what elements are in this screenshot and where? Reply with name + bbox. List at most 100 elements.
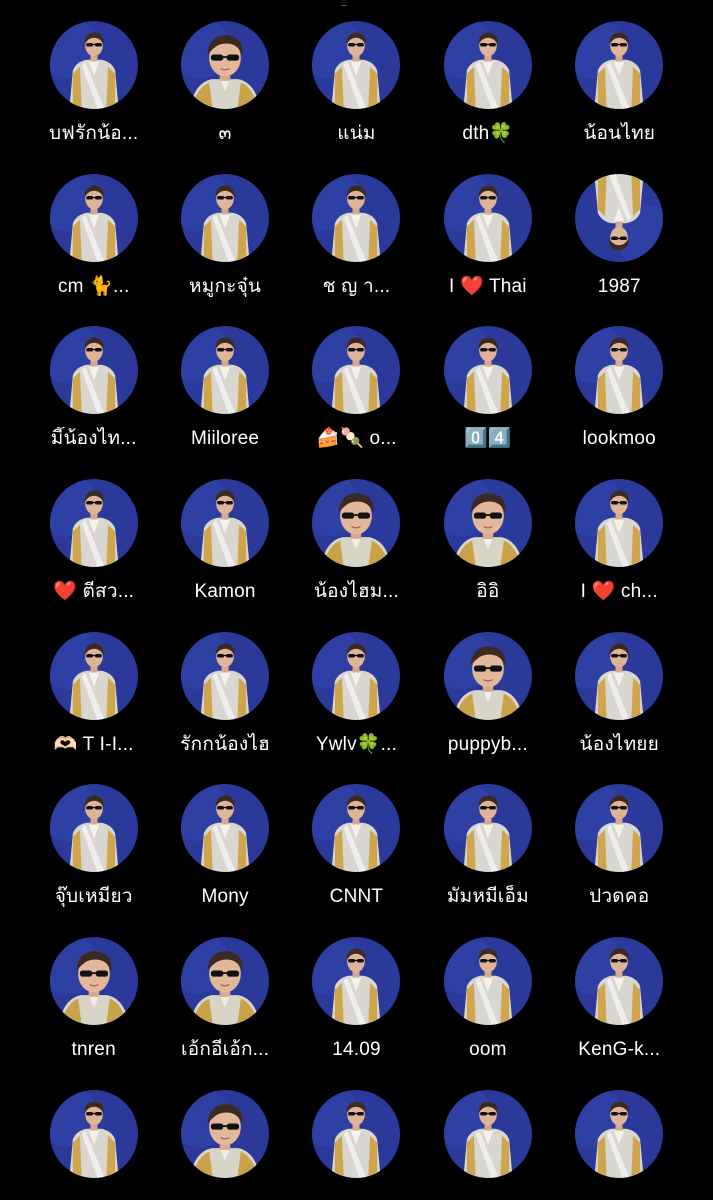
profile-item[interactable]: อิอิ xyxy=(422,479,553,632)
avatar[interactable] xyxy=(443,173,532,262)
avatar[interactable] xyxy=(49,1089,138,1178)
profile-item[interactable]: บฟรักน้อ... xyxy=(28,21,159,174)
avatar[interactable] xyxy=(181,21,270,109)
profile-item[interactable]: lookmoo xyxy=(554,326,685,479)
avatar[interactable] xyxy=(49,173,138,262)
profile-item[interactable]: น้องไฮม... xyxy=(291,479,422,632)
avatar[interactable] xyxy=(575,479,664,568)
profile-name: I ❤️ ch... xyxy=(580,581,658,603)
profile-name: 🍰🍡 o... xyxy=(316,428,397,450)
profile-item[interactable]: ปวดคอ xyxy=(554,784,685,937)
avatar[interactable] xyxy=(575,631,664,720)
profile-name: น้องไทยย xyxy=(579,733,659,755)
profile-item[interactable]: น้องไทยย xyxy=(554,631,685,785)
profile-item[interactable]: Mony xyxy=(159,784,290,937)
profile-item[interactable]: Miiloree xyxy=(159,326,290,479)
avatar[interactable] xyxy=(181,1089,270,1178)
profile-name: มัมหมีเอ็ม xyxy=(446,886,529,908)
avatar[interactable] xyxy=(49,937,138,1026)
profile-item[interactable]: 14.09 xyxy=(291,937,422,1090)
avatar[interactable] xyxy=(49,326,138,415)
avatar[interactable] xyxy=(181,479,270,568)
avatar[interactable] xyxy=(49,479,138,568)
profile-item[interactable]: CNNT xyxy=(291,784,422,937)
profile-name: KenG-k... xyxy=(578,1039,661,1061)
profile-item[interactable]: I ❤️ ch... xyxy=(554,479,685,632)
avatar[interactable] xyxy=(312,937,401,1026)
profile-item[interactable]: cm 🐈... xyxy=(28,173,159,327)
avatar[interactable] xyxy=(443,937,532,1026)
profile-item[interactable]: 🍰🍡 o... xyxy=(291,326,422,479)
profile-item[interactable]: มี๊น้องไท... xyxy=(28,326,159,479)
avatar[interactable] xyxy=(575,937,664,1026)
profile-name: เอ้กอีเอ้ก... xyxy=(181,1039,270,1061)
profile-item[interactable] xyxy=(28,1089,159,1200)
profile-item[interactable]: ❤️ ตี่สว... xyxy=(28,479,159,632)
profile-name: จุ๊บเหมียว xyxy=(54,886,133,908)
profile-item[interactable]: มัมหมีเอ็ม xyxy=(422,784,553,937)
profile-item[interactable]: Ywlv🍀... xyxy=(291,631,422,785)
avatar[interactable] xyxy=(443,1089,532,1178)
avatar[interactable] xyxy=(575,21,664,109)
profile-name: ๓ xyxy=(218,123,232,144)
avatar[interactable] xyxy=(443,784,532,873)
profile-item[interactable]: I ❤️ Thai xyxy=(422,173,553,327)
profile-name: lookmoo xyxy=(582,428,656,450)
profile-name: มี๊น้องไท... xyxy=(50,428,137,450)
profile-item[interactable]: รักกน้องไฮ xyxy=(159,631,290,785)
profile-item[interactable]: แน่ม xyxy=(291,21,422,174)
avatar[interactable] xyxy=(443,21,532,109)
avatar[interactable] xyxy=(575,1089,664,1178)
avatar[interactable] xyxy=(312,631,401,720)
profile-name: อิอิ xyxy=(476,581,500,603)
avatar[interactable] xyxy=(181,937,270,1026)
avatar[interactable] xyxy=(49,21,138,109)
avatar[interactable] xyxy=(312,173,401,262)
profile-item[interactable]: เอ้กอีเอ้ก... xyxy=(159,937,290,1090)
avatar[interactable] xyxy=(312,784,401,873)
avatar[interactable] xyxy=(443,479,532,568)
profile-item[interactable]: oom xyxy=(422,937,553,1090)
profile-item[interactable]: 🫶🏻 T I-I... xyxy=(28,631,159,785)
profile-item[interactable]: KenG-k... xyxy=(554,937,685,1090)
profile-item[interactable]: น้อนไทย xyxy=(554,21,685,174)
avatar[interactable] xyxy=(312,1089,401,1178)
profile-name: ❤️ ตี่สว... xyxy=(53,581,135,603)
profile-name: แน่ม xyxy=(337,123,376,144)
profile-name: น้อนไทย xyxy=(583,123,656,144)
profile-item[interactable] xyxy=(291,1089,422,1200)
avatar[interactable] xyxy=(181,173,270,262)
avatar[interactable] xyxy=(312,479,401,568)
profile-item[interactable]: ๓ xyxy=(159,21,290,174)
avatar[interactable] xyxy=(181,326,270,415)
profile-name: puppyb... xyxy=(447,733,528,755)
profile-item[interactable]: ช ญ า... xyxy=(291,173,422,327)
profile-item[interactable] xyxy=(159,1089,290,1200)
profile-item[interactable]: จุ๊บเหมียว xyxy=(28,784,159,937)
avatar[interactable] xyxy=(49,784,138,873)
profile-item[interactable] xyxy=(554,1089,685,1200)
profile-item[interactable]: Kamon xyxy=(159,479,290,632)
profile-item[interactable]: tnren xyxy=(28,937,159,1090)
profile-name: 0️⃣4️⃣ xyxy=(464,428,512,450)
avatar[interactable] xyxy=(181,784,270,873)
avatar[interactable] xyxy=(49,631,138,720)
profile-name: I ❤️ Thai xyxy=(449,275,527,297)
profile-item[interactable]: puppyb... xyxy=(422,631,553,785)
profile-item[interactable]: 0️⃣4️⃣ xyxy=(422,326,553,479)
avatar[interactable] xyxy=(575,326,664,415)
avatar[interactable] xyxy=(312,326,401,415)
avatar[interactable] xyxy=(181,631,270,720)
profile-item[interactable]: 1987 xyxy=(554,173,685,327)
avatar[interactable] xyxy=(443,326,532,415)
avatar[interactable] xyxy=(575,173,664,262)
avatar[interactable] xyxy=(312,21,401,109)
profile-name: Mony xyxy=(201,886,249,908)
profile-item[interactable]: หมูกะจุ๋น xyxy=(159,173,290,327)
profile-item[interactable]: dth🍀 xyxy=(422,21,553,174)
avatar[interactable] xyxy=(575,784,664,873)
profile-name: บฟรักน้อ... xyxy=(49,123,139,144)
avatar[interactable] xyxy=(443,631,532,720)
profile-name: น้องไฮม... xyxy=(313,581,399,603)
profile-item[interactable] xyxy=(422,1089,553,1200)
